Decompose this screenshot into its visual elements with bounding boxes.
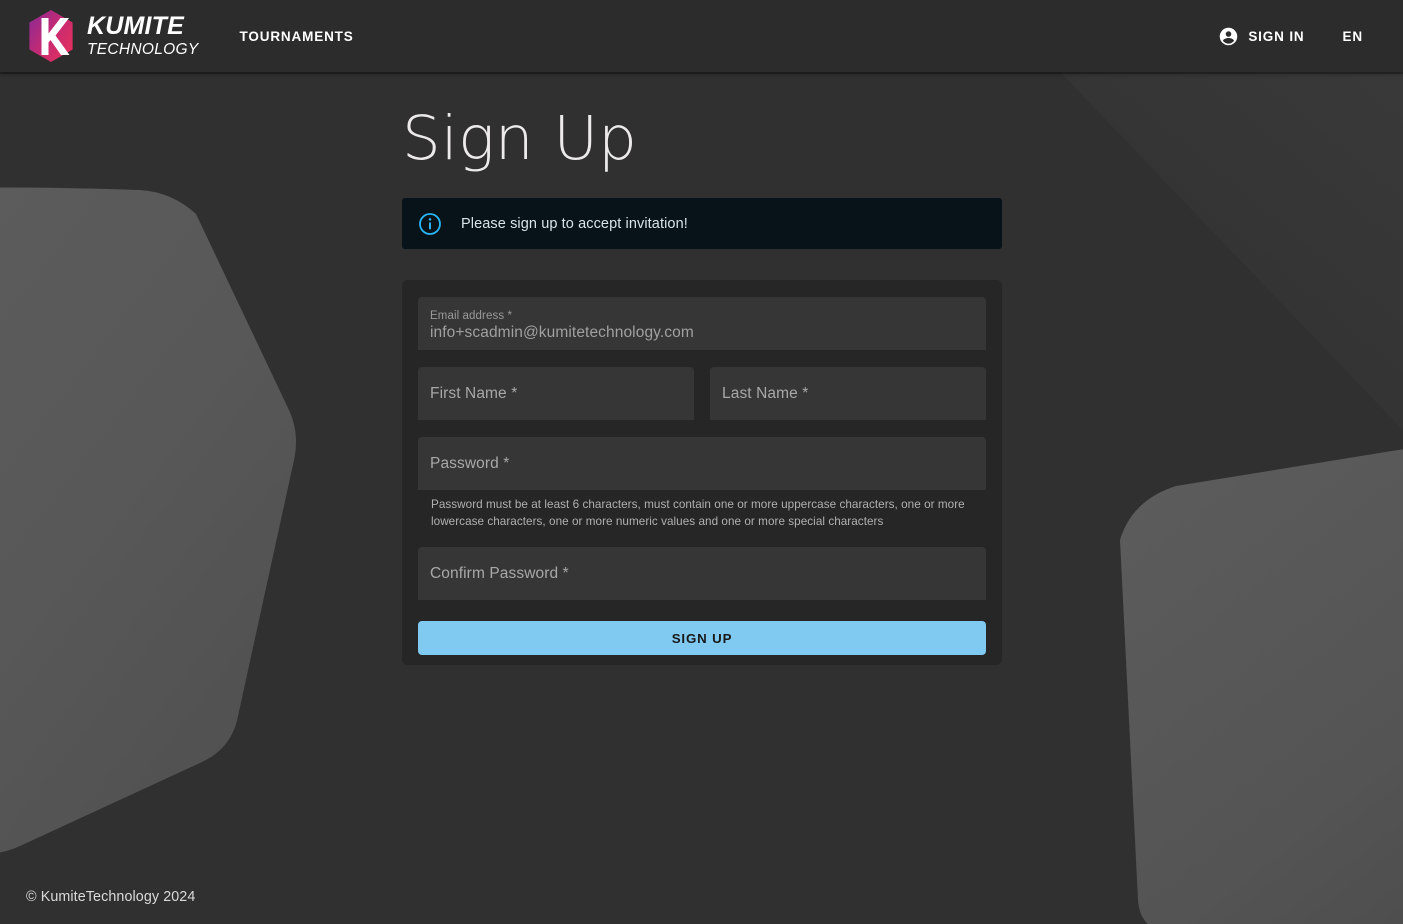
brand-name-secondary: TECHNOLOGY — [87, 40, 199, 58]
sign-in-label: SIGN IN — [1248, 28, 1305, 44]
brand-logo[interactable]: KUMITE TECHNOLOGY — [26, 9, 199, 63]
signup-form: Email address * info+scadmin@kumitetechn… — [402, 280, 1002, 665]
password-field[interactable]: Password * — [418, 437, 986, 490]
info-circle-icon — [419, 212, 441, 235]
last-name-field-label: Last Name * — [722, 384, 809, 402]
last-name-field[interactable]: Last Name * — [710, 367, 986, 420]
alert-message: Please sign up to accept invitation! — [461, 215, 688, 232]
sign-in-button[interactable]: SIGN IN — [1214, 20, 1308, 53]
signup-page: KUMITE TECHNOLOGY TOURNAMENTS SIGN IN EN… — [0, 0, 1403, 924]
email-field-label: Email address * — [430, 310, 513, 322]
info-alert: Please sign up to accept invitation! — [402, 198, 1002, 249]
page-title: Sign Up — [402, 103, 638, 174]
nav-link-tournaments[interactable]: TOURNAMENTS — [230, 21, 364, 52]
copyright-text: © KumiteTechnology 2024 — [26, 889, 196, 905]
password-field-label: Password * — [430, 454, 510, 472]
first-name-field-label: First Name * — [430, 384, 518, 402]
first-name-field[interactable]: First Name * — [418, 367, 694, 420]
primary-nav: TOURNAMENTS — [230, 21, 364, 52]
email-field[interactable]: Email address * info+scadmin@kumitetechn… — [418, 297, 986, 350]
confirm-password-field-label: Confirm Password * — [430, 564, 569, 582]
header-actions: SIGN IN EN — [1214, 20, 1367, 53]
account-circle-icon — [1220, 27, 1238, 45]
page-footer: © KumiteTechnology 2024 — [0, 870, 1403, 924]
email-field-value: info+scadmin@kumitetechnology.com — [430, 324, 694, 341]
language-switcher[interactable]: EN — [1339, 23, 1367, 50]
brand-name-primary: KUMITE — [87, 12, 185, 41]
kumite-hexagon-k-logo-icon — [29, 10, 73, 62]
app-header: KUMITE TECHNOLOGY TOURNAMENTS SIGN IN EN — [0, 0, 1403, 74]
sign-up-submit-button[interactable]: SIGN UP — [418, 621, 986, 655]
name-fields-row: First Name * Last Name * — [418, 367, 986, 420]
password-helper-text: Password must be at least 6 characters, … — [431, 498, 965, 528]
main-content: Sign Up Please sign up to accept invitat… — [0, 72, 1403, 924]
confirm-password-field[interactable]: Confirm Password * — [418, 547, 986, 600]
brand-wordmark: KUMITE TECHNOLOGY — [87, 14, 199, 57]
